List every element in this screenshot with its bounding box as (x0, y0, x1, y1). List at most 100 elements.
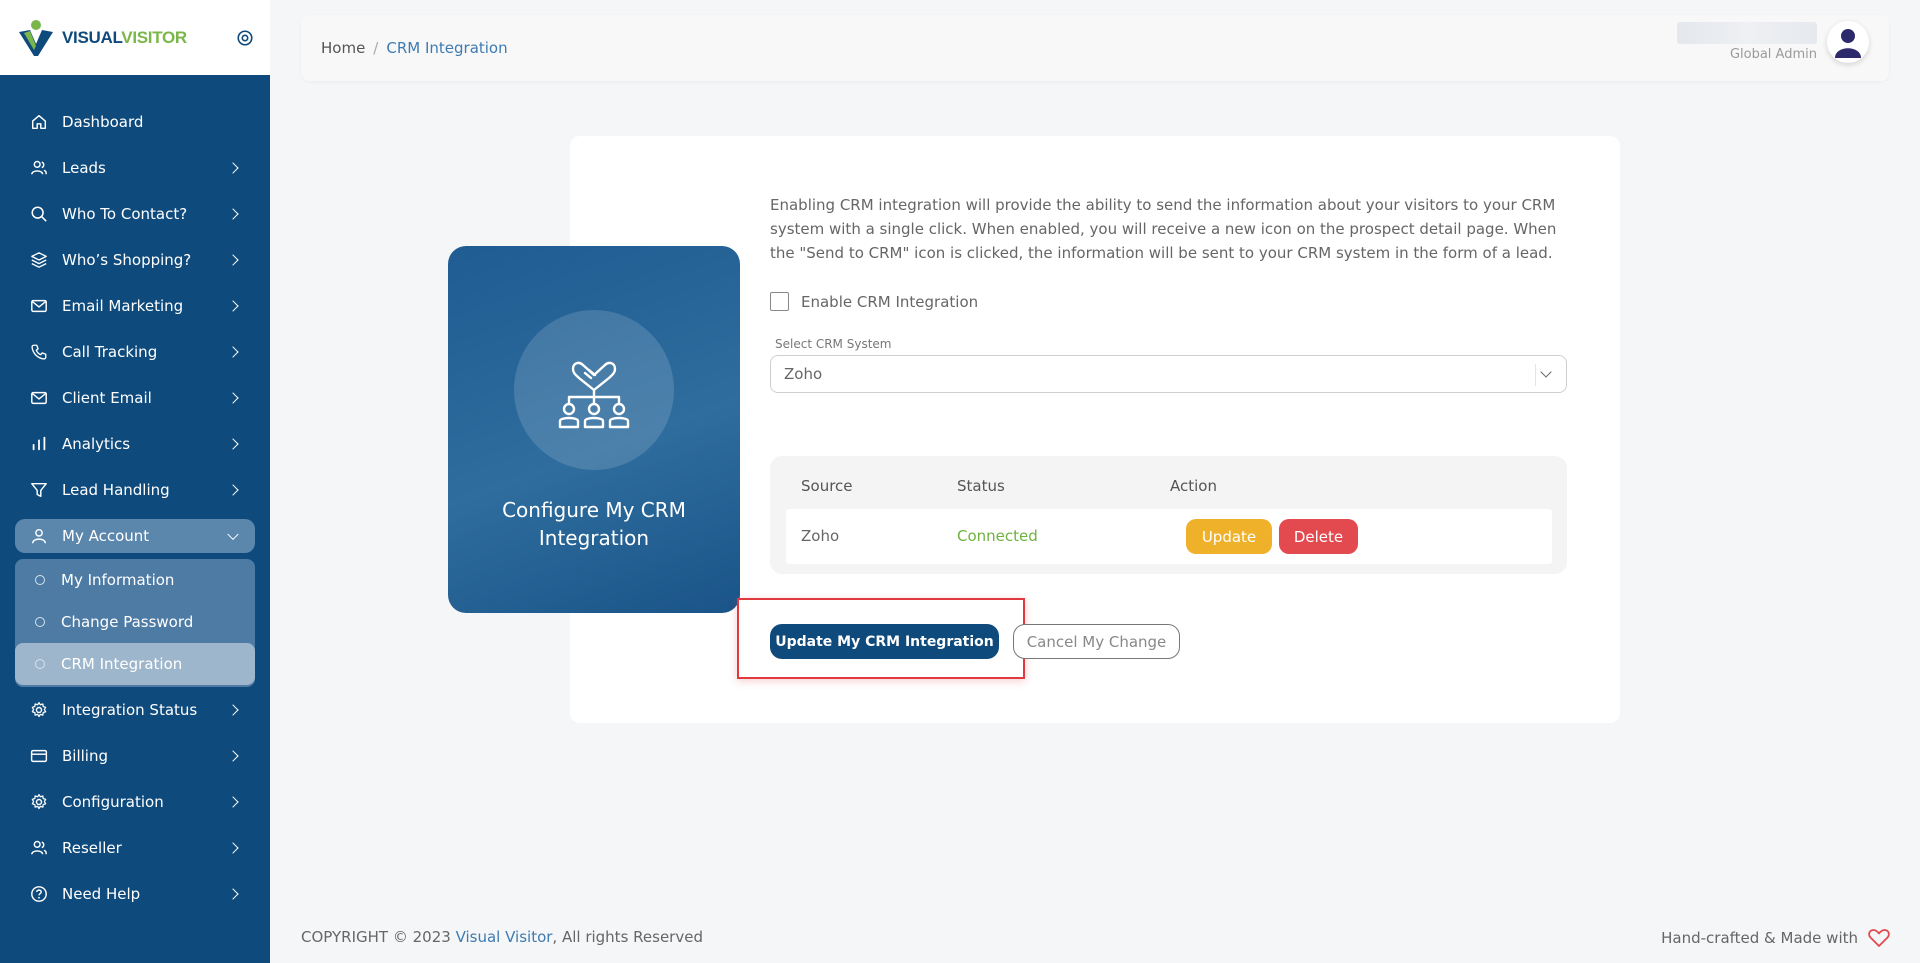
sidebar-item-email-marketing[interactable]: Email Marketing (0, 283, 270, 329)
phone-icon (31, 344, 47, 360)
chevron-right-icon (227, 704, 239, 716)
chevron-down-icon (1540, 366, 1552, 378)
chevron-right-icon (227, 208, 239, 220)
table-header-source: Source (801, 477, 853, 495)
enable-crm-checkbox[interactable] (770, 292, 789, 311)
sidebar-item-integration-status[interactable]: Integration Status (0, 687, 270, 733)
copyright-prefix: COPYRIGHT © 2023 (301, 928, 456, 946)
cancel-change-button[interactable]: Cancel My Change (1013, 624, 1180, 659)
sidebar-item-label: Call Tracking (62, 343, 158, 361)
delete-button[interactable]: Delete (1279, 519, 1358, 554)
user-info: Global Admin (1677, 22, 1817, 62)
chevron-right-icon (227, 392, 239, 404)
select-divider (1535, 364, 1536, 386)
sidebar-nav: Dashboard Leads Who To Contact? Who’s Sh… (0, 75, 270, 917)
update-crm-integration-button[interactable]: Update My CRM Integration (770, 624, 999, 659)
chevron-right-icon (227, 842, 239, 854)
filter-icon (31, 482, 47, 498)
chevron-down-icon (227, 528, 239, 541)
sidebar-item-who-to-contact[interactable]: Who To Contact? (0, 191, 270, 237)
home-icon (31, 114, 47, 130)
sidebar-item-leads[interactable]: Leads (0, 145, 270, 191)
sidebar-item-label: Lead Handling (62, 481, 170, 499)
select-crm-system[interactable]: Zoho (770, 355, 1567, 393)
update-button[interactable]: Update (1186, 519, 1272, 554)
made-with-text: Hand-crafted & Made with (1661, 929, 1858, 947)
select-crm-label: Select CRM System (775, 337, 892, 351)
sidebar-item-label: Analytics (62, 435, 131, 453)
enable-crm-label: Enable CRM Integration (801, 292, 979, 311)
crm-table: Source Status Action Zoho Connected Upda… (770, 456, 1567, 574)
sidebar-item-label: Dashboard (62, 113, 144, 131)
credit-card-icon (30, 749, 48, 763)
avatar[interactable] (1827, 21, 1869, 63)
footer-copyright: COPYRIGHT © 2023 Visual Visitor, All rig… (301, 928, 703, 946)
sidebar-item-configuration[interactable]: Configuration (0, 779, 270, 825)
sidebar-item-call-tracking[interactable]: Call Tracking (0, 329, 270, 375)
sidebar-item-label: My Account (62, 527, 150, 545)
chevron-right-icon (227, 254, 239, 266)
sidebar-item-label: Client Email (62, 389, 152, 407)
user-menu[interactable]: Global Admin (1677, 21, 1869, 63)
sidebar-item-lead-handling[interactable]: Lead Handling (0, 467, 270, 513)
chevron-right-icon (227, 888, 239, 900)
sidebar-item-client-email[interactable]: Client Email (0, 375, 270, 421)
chevron-right-icon (227, 484, 239, 496)
sidebar-item-reseller[interactable]: Reseller (0, 825, 270, 871)
chevron-right-icon (227, 750, 239, 762)
user-icon (31, 528, 47, 544)
sidebar: VISUALVISITOR Dashboard Leads Who To Con… (0, 0, 270, 963)
logo-text: VISUALVISITOR (62, 28, 187, 48)
copyright-suffix: , All rights Reserved (552, 928, 703, 946)
handshake-team-icon (558, 361, 630, 429)
sidebar-item-whos-shopping[interactable]: Who’s Shopping? (0, 237, 270, 283)
chevron-right-icon (227, 162, 239, 174)
crm-description: Enabling CRM integration will provide th… (770, 196, 1557, 262)
sidebar-item-label: Email Marketing (62, 297, 184, 315)
sidebar-item-label: Who’s Shopping? (62, 251, 192, 269)
select-crm-value: Zoho (784, 365, 823, 383)
breadcrumb-separator: / (373, 39, 379, 57)
submenu-item-crm-integration[interactable]: CRM Integration (15, 643, 255, 685)
company-link[interactable]: Visual Visitor (456, 928, 553, 946)
sidebar-header: VISUALVISITOR (0, 0, 270, 75)
logo[interactable]: VISUALVISITOR (16, 18, 187, 58)
sidebar-item-my-account[interactable]: My Account (15, 519, 255, 553)
user-name-redacted (1677, 22, 1817, 44)
submenu-item-change-password[interactable]: Change Password (15, 601, 255, 643)
sidebar-item-label: Billing (62, 747, 108, 765)
sidebar-item-dashboard[interactable]: Dashboard (0, 99, 270, 145)
breadcrumb-home[interactable]: Home (321, 39, 365, 57)
chevron-right-icon (227, 796, 239, 808)
visual-visitor-logo-icon (19, 19, 53, 56)
sidebar-item-analytics[interactable]: Analytics (0, 421, 270, 467)
status-badge: Connected (957, 527, 1038, 545)
breadcrumb: Home / CRM Integration (321, 39, 508, 57)
chevron-right-icon (227, 346, 239, 358)
user-avatar-icon (1835, 29, 1861, 58)
table-cell-source: Zoho (801, 527, 840, 545)
logo-text-part1: VISUAL (62, 27, 122, 47)
sidebar-item-label: Need Help (62, 885, 141, 903)
panel-title: Configure My CRM Integration (502, 498, 686, 550)
gear-icon (31, 701, 47, 718)
logo-text-part2: VISITOR (121, 27, 187, 47)
submenu-item-label: CRM Integration (61, 655, 183, 673)
sidebar-item-label: Integration Status (62, 701, 198, 719)
configure-crm-panel: Configure My CRM Integration (448, 246, 740, 613)
enable-crm-row[interactable]: Enable CRM Integration (770, 292, 978, 311)
layers-icon (31, 252, 47, 268)
table-header-action: Action (1170, 477, 1217, 495)
sidebar-item-label: Leads (62, 159, 106, 177)
sidebar-item-label: Who To Contact? (62, 205, 188, 223)
sidebar-item-label: Configuration (62, 793, 164, 811)
footer-made-with: Hand-crafted & Made with (1661, 928, 1890, 948)
search-icon (31, 206, 47, 222)
mail-icon (31, 299, 47, 313)
sidebar-toggle-icon[interactable] (236, 29, 254, 47)
sidebar-item-billing[interactable]: Billing (0, 733, 270, 779)
sidebar-item-need-help[interactable]: Need Help (0, 871, 270, 917)
help-circle-icon (31, 886, 47, 902)
circle-bullet-icon (35, 659, 45, 669)
submenu-item-my-information[interactable]: My Information (15, 559, 255, 601)
